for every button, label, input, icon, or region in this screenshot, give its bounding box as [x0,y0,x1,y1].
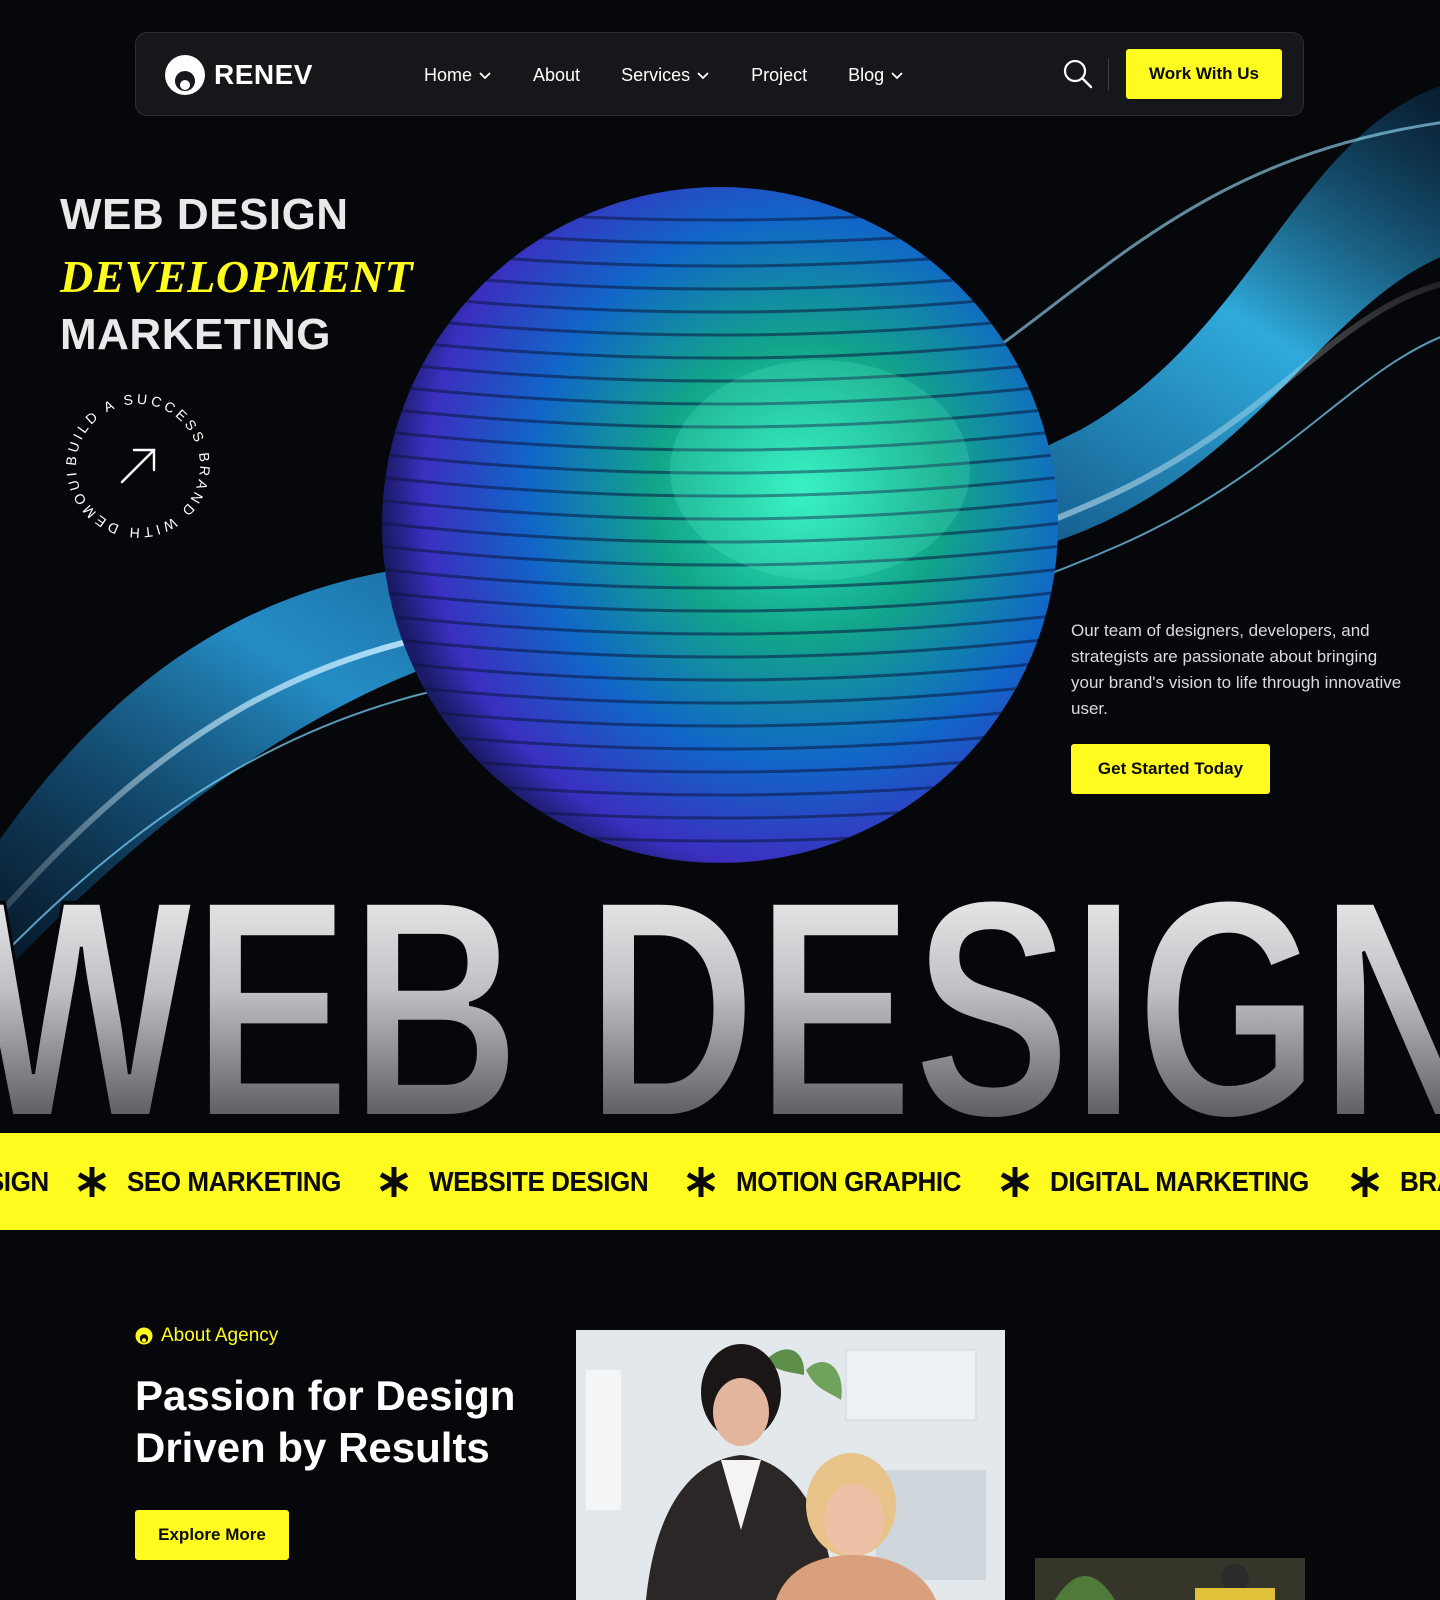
asterisk-icon [77,1166,106,1197]
nav-item-label: Home [424,64,473,85]
site-header: RENEV Home About Services Project Blog W… [135,32,1304,116]
nav-item-home[interactable]: Home [424,65,492,86]
nav-item-services[interactable]: Services [621,65,710,86]
about-tag: About Agency [135,1325,278,1347]
hero-line-3: MARKETING [60,310,331,359]
get-started-button[interactable]: Get Started Today [1071,744,1270,794]
explore-more-button[interactable]: Explore More [135,1510,289,1560]
chevron-down-icon [479,72,491,80]
asterisk-icon [379,1166,408,1197]
nav-item-blog[interactable]: Blog [848,65,904,86]
asterisk-icon [687,1166,716,1197]
asterisk-icon [1351,1166,1380,1197]
team-photo [576,1330,1005,1600]
services-marquee: ESIGN SEO MARKETING WEBSITE DESIGN MOTION G… [0,1133,1440,1230]
chevron-down-icon [697,72,709,80]
hero-description: Our team of designers, developers, and s… [1071,621,1402,718]
logo-mark-icon [135,1327,153,1345]
logo[interactable]: RENEV [164,53,313,97]
about-title: Passion for Design Driven by Results [135,1372,516,1471]
marquee-item: DIGITAL MARKETING [1050,1165,1309,1197]
marquee-item: SEO MARKETING [126,1165,341,1197]
nav-item-project[interactable]: Project [751,65,807,86]
nav-item-label: Services [621,64,691,85]
marquee-item: MOTION GRAPHIC [736,1165,962,1197]
giant-headline: WEB DESIGN [0,878,1440,1128]
marquee-item: WEBSITE DESIGN [428,1165,649,1197]
asterisk-icon [1000,1166,1030,1197]
header-divider [1108,59,1109,91]
about-tag-label: About Agency [161,1325,279,1346]
logo-icon [165,55,205,95]
marquee-item: BRANDING [1400,1165,1440,1197]
nav-item-label: About [533,64,581,85]
logo-text: RENEV [214,59,313,90]
giant-headline-text: WEB DESIGN [0,878,1440,1128]
work-with-us-button[interactable]: Work With Us [1126,49,1282,99]
arrow-up-right-icon [120,448,156,484]
circular-badge[interactable]: BUILD A SUCCESS BRAND WITH DEMOUI [60,388,216,544]
marquee-track: ESIGN SEO MARKETING WEBSITE DESIGN MOTION G… [0,1133,1440,1230]
search-icon[interactable] [1061,57,1095,91]
nav-item-label: Blog [848,64,885,85]
chevron-down-icon [891,72,903,80]
hero-line-2: DEVELOPMENT [60,251,414,302]
marquee-item: ESIGN [0,1165,49,1197]
main-nav: Home About Services Project Blog [424,33,945,117]
nav-item-about[interactable]: About [533,65,580,86]
hero-line-1: WEB DESIGN [60,190,349,239]
nav-item-label: Project [751,64,808,85]
secondary-photo [1035,1558,1305,1600]
